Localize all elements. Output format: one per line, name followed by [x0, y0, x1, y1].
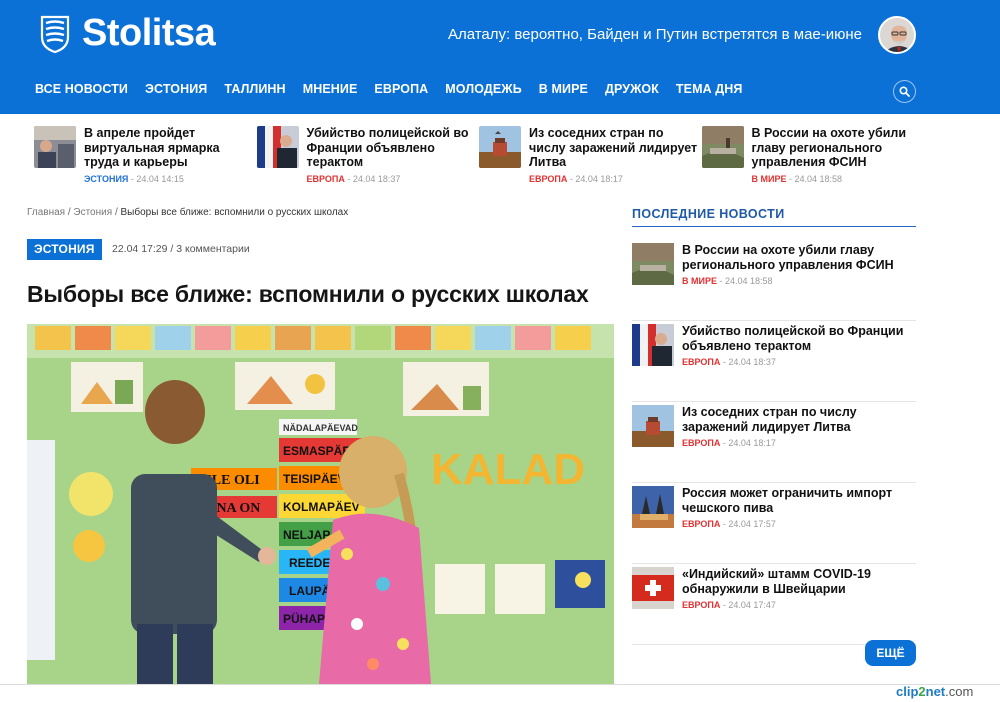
- breadcrumb: Главная / Эстония / Выборы все ближе: вс…: [27, 207, 348, 218]
- sidebar-news-item[interactable]: В России на охоте убили главу региональн…: [632, 240, 916, 321]
- avatar-portrait-icon: [880, 18, 914, 52]
- news-thumbnail: [632, 324, 674, 366]
- news-thumbnail: [479, 126, 521, 168]
- sidebar-news-title[interactable]: В России на охоте убили главу региональн…: [682, 243, 916, 272]
- nav-item-all-news[interactable]: ВСЕ НОВОСТИ: [35, 82, 128, 96]
- watermark-part: .com: [945, 684, 974, 699]
- news-thumbnail: [701, 126, 744, 168]
- sidebar-news-title[interactable]: «Индийский» штамм COVID-19 обнаружили в …: [682, 567, 916, 596]
- image-word: TEISIPÄEV: [283, 471, 346, 486]
- nav-item-druzhok[interactable]: ДРУЖОК: [605, 82, 659, 96]
- news-date: - 24.04 18:17: [567, 173, 623, 184]
- news-date: - 24.04 17:47: [720, 600, 776, 610]
- category-label[interactable]: ЕВРОПА: [682, 357, 720, 367]
- search-icon: [899, 86, 910, 97]
- image-word: REEDE: [289, 556, 330, 570]
- category-label[interactable]: В МИРЕ: [682, 276, 717, 286]
- logo-text: Stolitsa: [82, 12, 216, 54]
- search-button[interactable]: [893, 80, 916, 103]
- breadcrumb-section[interactable]: Эстония: [73, 207, 112, 218]
- watermark-part: net: [925, 684, 946, 699]
- breadcrumb-home[interactable]: Главная: [27, 207, 65, 218]
- nav-item-youth[interactable]: МОЛОДЕЖЬ: [445, 82, 521, 96]
- sidebar-news-item[interactable]: «Индийский» штамм COVID-19 обнаружили в …: [632, 564, 916, 645]
- watermark: clip2net.com: [896, 684, 973, 699]
- category-label[interactable]: ЕВРОПА: [529, 174, 567, 184]
- news-date: - 24.04 18:37: [720, 357, 776, 367]
- more-news-button[interactable]: ЕЩЁ: [865, 640, 916, 666]
- author-avatar[interactable]: [878, 16, 916, 54]
- news-thumbnail: [632, 486, 674, 528]
- breadcrumb-current: Выборы все ближе: вспомнили о русских шк…: [120, 207, 349, 218]
- nav-item-europe[interactable]: ЕВРОПА: [374, 82, 428, 96]
- nav-item-tallinn[interactable]: ТАЛЛИНН: [224, 82, 285, 96]
- strip-news-item[interactable]: В России на охоте убили главу региональн…: [701, 126, 925, 192]
- article-title: Выборы все ближе: вспомнили о русских шк…: [27, 281, 589, 307]
- news-date: - 24.04 18:37: [344, 173, 401, 184]
- image-word: KALAD: [431, 445, 585, 494]
- news-thumbnail: [632, 243, 674, 285]
- main-nav: ВСЕ НОВОСТИ ЭСТОНИЯ ТАЛЛИНН МНЕНИЕ ЕВРОП…: [35, 82, 743, 96]
- nav-item-estonia[interactable]: ЭСТОНИЯ: [145, 82, 207, 96]
- article-meta: 22.04 17:29 / 3 комментарии: [112, 243, 250, 255]
- news-thumbnail: [632, 405, 674, 447]
- category-label[interactable]: ЭСТОНИЯ: [84, 174, 128, 184]
- image-word: KOLMAPÄEV: [283, 499, 360, 514]
- top-headline-link[interactable]: Алаталу: вероятно, Байден и Путин встрет…: [448, 26, 862, 43]
- news-date: - 24.04 18:58: [716, 276, 773, 286]
- watermark-part: clip: [896, 684, 919, 699]
- category-label[interactable]: В МИРЕ: [752, 174, 787, 184]
- article-comments-link[interactable]: 3 комментарии: [176, 243, 250, 255]
- footer-divider: [0, 684, 1000, 685]
- news-thumbnail: [34, 126, 76, 168]
- strip-news-title[interactable]: Убийство полицейской во Франции объявлен…: [307, 126, 480, 170]
- sidebar-divider: [632, 226, 916, 227]
- nav-item-opinion[interactable]: МНЕНИЕ: [303, 82, 358, 96]
- sidebar-news-title[interactable]: Из соседних стран по числу заражений лид…: [682, 405, 916, 434]
- sidebar-news-item[interactable]: Россия может ограничить импорт чешского …: [632, 483, 916, 564]
- sidebar-title: ПОСЛЕДНИЕ НОВОСТИ: [632, 207, 785, 221]
- latest-news-list: В России на охоте убили главу региональн…: [632, 240, 916, 645]
- news-date: - 24.04 14:15: [128, 173, 184, 184]
- news-date: - 24.04 18:58: [786, 173, 843, 184]
- sidebar-news-item[interactable]: Из соседних стран по числу заражений лид…: [632, 402, 916, 483]
- nav-item-topic-of-day[interactable]: ТЕМА ДНЯ: [676, 82, 743, 96]
- category-label[interactable]: ЕВРОПА: [682, 438, 720, 448]
- category-label[interactable]: ЕВРОПА: [307, 174, 345, 184]
- strip-news-item[interactable]: В апреле пройдет виртуальная ярмарка тру…: [34, 126, 257, 192]
- top-news-strip: В апреле пройдет виртуальная ярмарка тру…: [34, 126, 924, 192]
- strip-news-title[interactable]: Из соседних стран по числу заражений лид…: [529, 126, 702, 170]
- sidebar-news-item[interactable]: Убийство полицейской во Франции объявлен…: [632, 321, 916, 402]
- strip-news-title[interactable]: В России на охоте убили главу региональн…: [752, 126, 925, 170]
- news-thumbnail: [256, 126, 299, 168]
- news-date: - 24.04 18:17: [720, 438, 776, 448]
- logo-shield-icon: [40, 15, 70, 53]
- news-date: - 24.04 17:57: [720, 519, 776, 529]
- sidebar-news-title[interactable]: Россия может ограничить импорт чешского …: [682, 486, 916, 515]
- nav-item-world[interactable]: В МИРЕ: [539, 82, 588, 96]
- site-logo[interactable]: Stolitsa: [40, 12, 216, 55]
- watermark-part: 2: [918, 684, 926, 699]
- strip-news-item[interactable]: Убийство полицейской во Франции объявлен…: [256, 126, 480, 192]
- strip-news-item[interactable]: Из соседних стран по числу заражений лид…: [479, 126, 702, 192]
- article-datetime: 22.04 17:29: [112, 243, 168, 255]
- category-label[interactable]: ЕВРОПА: [682, 519, 720, 529]
- image-word: NÄDALAPÄEVAD: [283, 423, 358, 433]
- news-thumbnail: [632, 567, 674, 609]
- article-hero-image: NÄDALAPÄEVAD ESMASPÄEV TEISIPÄEV KOLMAPÄ…: [27, 324, 614, 684]
- category-label[interactable]: ЕВРОПА: [682, 600, 720, 610]
- sidebar-news-title[interactable]: Убийство полицейской во Франции объявлен…: [682, 324, 916, 353]
- site-header: Stolitsa Алаталу: вероятно, Байден и Пут…: [0, 0, 1000, 114]
- strip-news-title[interactable]: В апреле пройдет виртуальная ярмарка тру…: [84, 126, 257, 170]
- article-category-tag[interactable]: ЭСТОНИЯ: [27, 239, 102, 260]
